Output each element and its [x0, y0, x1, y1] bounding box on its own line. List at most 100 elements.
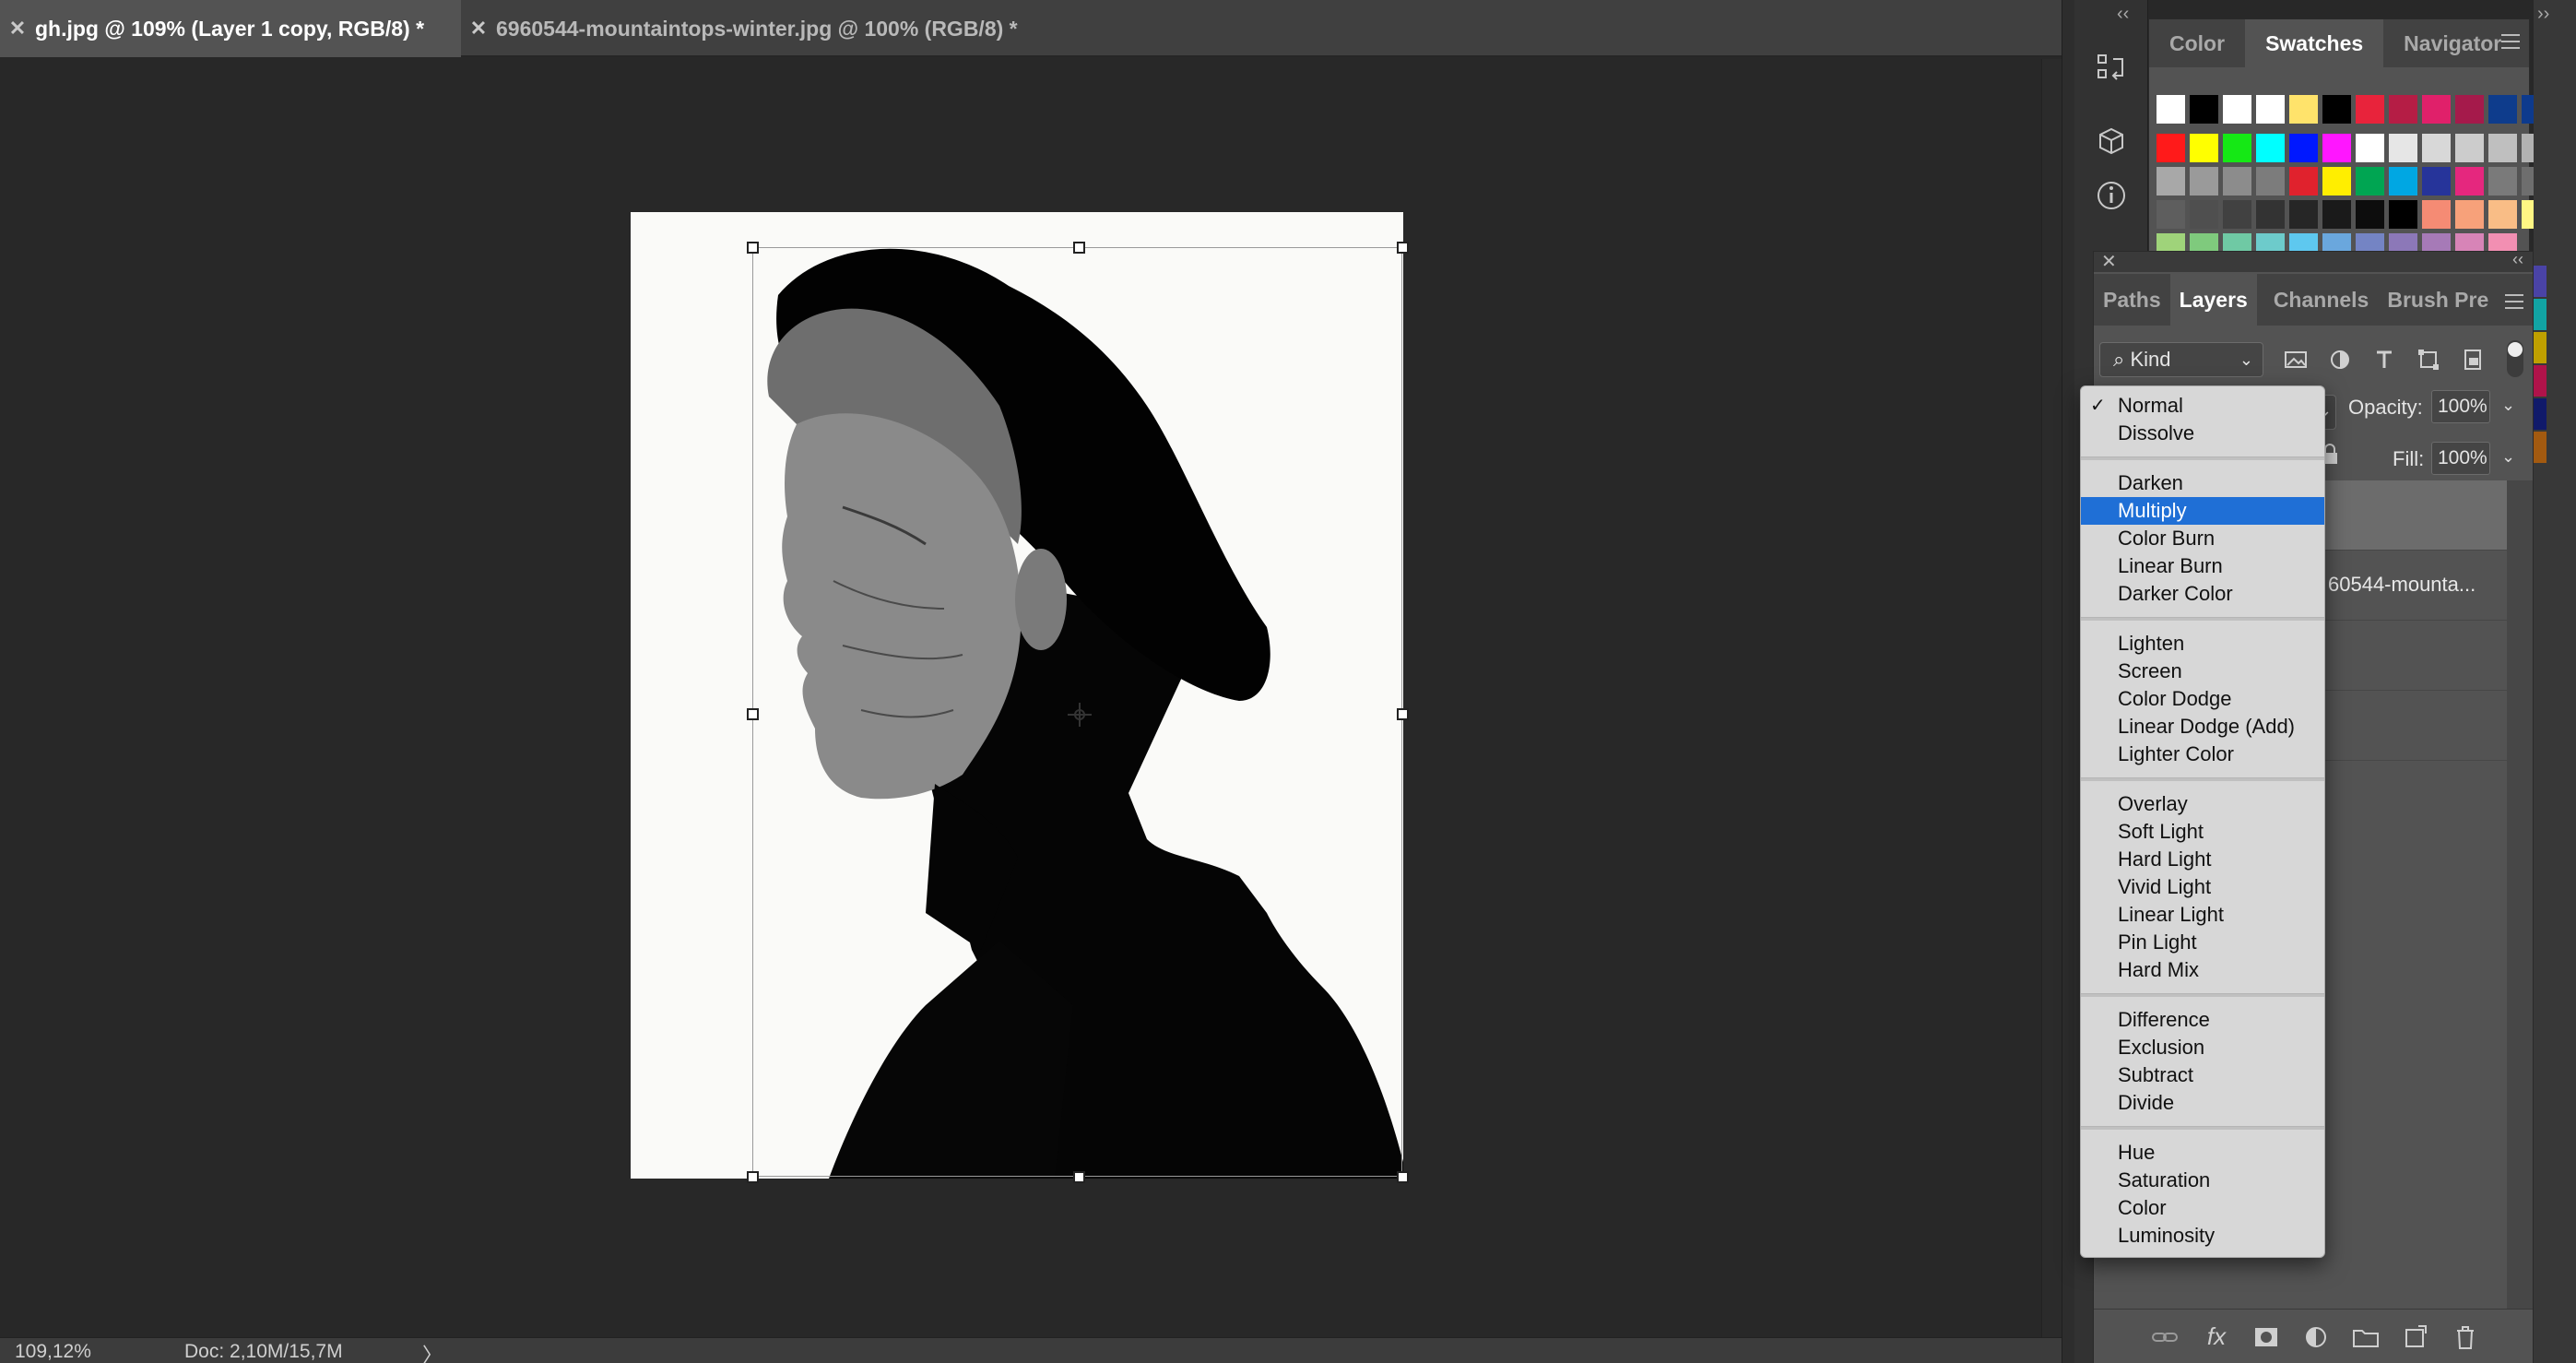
canvas-scrollbar[interactable] [2041, 59, 2062, 1337]
info-panel-icon[interactable] [2093, 177, 2130, 214]
tab-layers[interactable]: Layers [2169, 274, 2257, 326]
color-swatch[interactable] [2488, 95, 2517, 124]
opacity-input[interactable]: 100% [2431, 390, 2490, 423]
color-swatch[interactable] [2322, 200, 2351, 229]
color-swatch[interactable] [2534, 266, 2546, 297]
color-swatch[interactable] [2157, 167, 2185, 196]
blend-mode-option[interactable]: Color Burn [2081, 525, 2324, 552]
color-swatch[interactable] [2322, 167, 2351, 196]
color-swatch[interactable] [2389, 167, 2417, 196]
blend-mode-option[interactable]: Darker Color [2081, 580, 2324, 608]
color-swatch[interactable] [2422, 95, 2451, 124]
color-swatch[interactable] [2289, 200, 2318, 229]
blend-mode-option[interactable]: Subtract [2081, 1061, 2324, 1089]
color-swatch[interactable] [2256, 167, 2285, 196]
image-filter-icon[interactable] [2280, 344, 2311, 375]
blend-mode-option[interactable]: Pin Light [2081, 929, 2324, 956]
3d-panel-icon[interactable] [2093, 124, 2130, 160]
blend-mode-option[interactable]: Screen [2081, 658, 2324, 685]
color-swatch[interactable] [2157, 134, 2185, 162]
color-swatch[interactable] [2289, 95, 2318, 124]
color-swatch[interactable] [2356, 134, 2384, 162]
color-swatch[interactable] [2534, 398, 2546, 430]
color-swatch[interactable] [2455, 95, 2484, 124]
blend-mode-option[interactable]: Linear Burn [2081, 552, 2324, 580]
transform-handle-left[interactable] [747, 708, 759, 720]
color-swatch[interactable] [2534, 299, 2546, 330]
color-swatch[interactable] [2356, 95, 2384, 124]
color-swatch[interactable] [2190, 200, 2218, 229]
color-swatch[interactable] [2157, 95, 2185, 124]
color-swatch[interactable] [2422, 200, 2451, 229]
adjustment-filter-icon[interactable] [2324, 344, 2356, 375]
color-swatch[interactable] [2322, 95, 2351, 124]
shape-filter-icon[interactable] [2413, 344, 2444, 375]
tab-color[interactable]: Color [2149, 19, 2245, 67]
color-swatch[interactable] [2190, 134, 2218, 162]
new-layer-icon[interactable] [2400, 1322, 2431, 1352]
blend-mode-option[interactable]: Vivid Light [2081, 873, 2324, 901]
color-swatch[interactable] [2488, 134, 2517, 162]
color-swatch[interactable] [2534, 365, 2546, 397]
zoom-level[interactable]: 109,12% [15, 1341, 91, 1363]
color-swatch[interactable] [2190, 95, 2218, 124]
mask-icon[interactable] [2251, 1322, 2282, 1352]
color-swatch[interactable] [2389, 200, 2417, 229]
color-swatch[interactable] [2356, 167, 2384, 196]
collapse-icon[interactable]: ‹‹ [2512, 250, 2523, 269]
fx-icon[interactable]: fx [2201, 1322, 2232, 1352]
blend-mode-option[interactable]: Hard Mix [2081, 956, 2324, 984]
color-swatch[interactable] [2223, 200, 2251, 229]
color-swatch[interactable] [2256, 95, 2285, 124]
fill-input[interactable]: 100% [2431, 442, 2490, 475]
color-swatch[interactable] [2356, 200, 2384, 229]
blend-mode-option[interactable]: Linear Light [2081, 901, 2324, 929]
chevron-down-icon[interactable]: ⌄ [2501, 396, 2515, 415]
close-icon[interactable]: ✕ [0, 17, 35, 41]
panel-menu-icon[interactable] [2501, 34, 2520, 49]
color-swatch[interactable] [2488, 167, 2517, 196]
blend-mode-option[interactable]: Color Dodge [2081, 685, 2324, 713]
blend-mode-option[interactable]: Exclusion [2081, 1034, 2324, 1061]
color-swatch[interactable] [2157, 200, 2185, 229]
color-swatch[interactable] [2389, 134, 2417, 162]
collapse-panel-icon[interactable]: ›› [2537, 4, 2549, 25]
transform-handle-top[interactable] [1073, 242, 1085, 254]
color-swatch[interactable] [2289, 134, 2318, 162]
color-swatch[interactable] [2488, 200, 2517, 229]
color-swatch[interactable] [2455, 167, 2484, 196]
color-swatch[interactable] [2455, 200, 2484, 229]
color-swatch[interactable] [2534, 432, 2546, 463]
blend-mode-option[interactable]: Overlay [2081, 790, 2324, 818]
blend-mode-option[interactable]: Linear Dodge (Add) [2081, 713, 2324, 741]
color-swatch[interactable] [2322, 134, 2351, 162]
color-swatch[interactable] [2256, 200, 2285, 229]
transform-handle-bottom-right[interactable] [1397, 1171, 1409, 1183]
collapse-dock-icon[interactable]: ‹‹ [2117, 4, 2129, 25]
close-icon[interactable]: ✕ [2101, 250, 2117, 273]
tab-mountaintops[interactable]: ✕ 6960544-mountaintops-winter.jpg @ 100%… [461, 0, 1097, 57]
blend-mode-option[interactable]: Lighten [2081, 630, 2324, 658]
kind-filter-select[interactable]: ⌕ Kind ⌄ [2099, 342, 2263, 377]
link-icon[interactable] [2149, 1322, 2180, 1352]
blend-mode-option[interactable]: Hard Light [2081, 846, 2324, 873]
transform-handle-right[interactable] [1397, 708, 1409, 720]
blend-mode-option[interactable]: Difference [2081, 1006, 2324, 1034]
blend-mode-option[interactable]: Divide [2081, 1089, 2324, 1117]
color-swatch[interactable] [2190, 167, 2218, 196]
transform-handle-bottom[interactable] [1073, 1171, 1085, 1183]
color-swatch[interactable] [2389, 95, 2417, 124]
color-swatch[interactable] [2223, 167, 2251, 196]
folder-icon[interactable] [2350, 1322, 2381, 1352]
color-swatch[interactable] [2289, 167, 2318, 196]
tab-channels[interactable]: Channels [2264, 274, 2379, 326]
blend-mode-option[interactable]: Darken [2081, 469, 2324, 497]
smart-object-filter-icon[interactable] [2457, 344, 2488, 375]
blend-mode-option[interactable]: Soft Light [2081, 818, 2324, 846]
layers-scrollbar[interactable] [2507, 480, 2533, 1310]
blend-mode-option[interactable]: Saturation [2081, 1167, 2324, 1194]
blend-mode-option[interactable]: Dissolve [2081, 420, 2324, 447]
reference-point-icon[interactable] [1068, 703, 1092, 727]
blend-mode-option[interactable]: Hue [2081, 1139, 2324, 1167]
blend-mode-option[interactable]: ✓ Normal [2081, 392, 2324, 420]
